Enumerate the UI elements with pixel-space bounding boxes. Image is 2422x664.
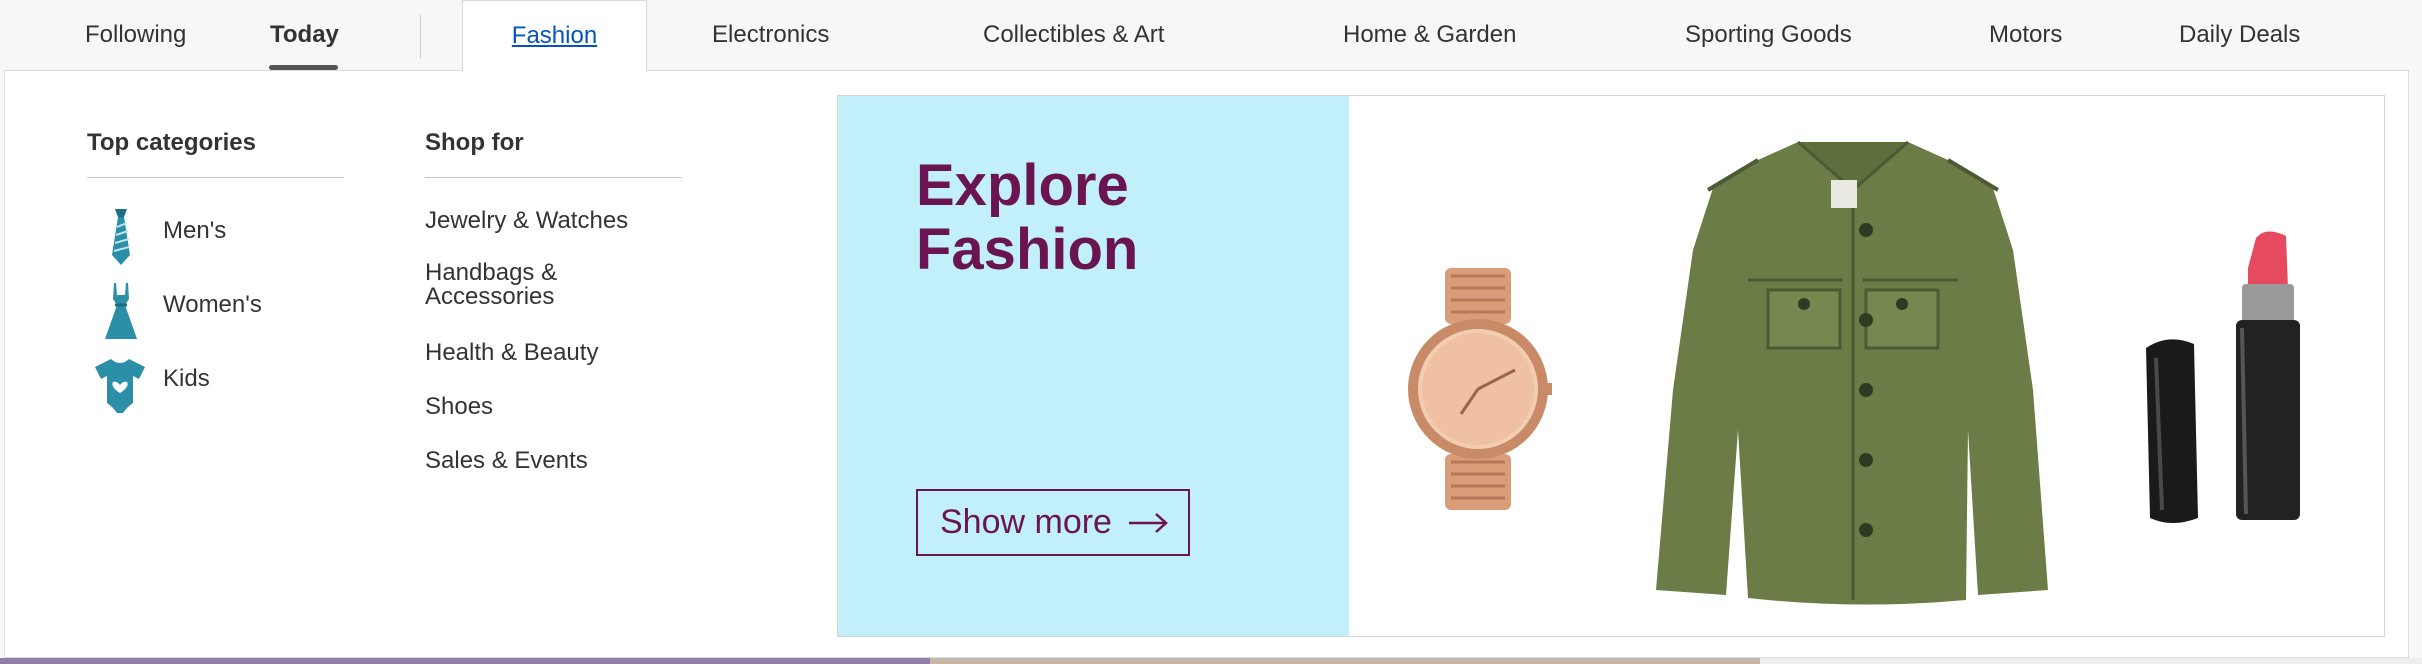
dress-icon — [105, 283, 137, 339]
page-content-strip — [0, 658, 930, 664]
nav-sporting-goods[interactable]: Sporting Goods — [1685, 0, 1852, 70]
watch-image[interactable] — [1403, 264, 1553, 514]
nav-divider — [420, 15, 421, 59]
nav-collectibles-art[interactable]: Collectibles & Art — [983, 0, 1164, 70]
onesie-icon — [95, 359, 145, 413]
page-content-strip-2 — [930, 658, 1760, 664]
shop-link-sales-events[interactable]: Sales & Events — [425, 449, 588, 473]
nav-electronics[interactable]: Electronics — [712, 0, 829, 70]
show-more-label: Show more — [940, 503, 1112, 541]
banner-title: Explore Fashion — [916, 153, 1139, 282]
show-more-button[interactable]: Show more — [916, 489, 1190, 556]
nav-fashion[interactable]: Fashion — [463, 1, 646, 71]
shop-for-heading: Shop for — [425, 129, 524, 156]
nav-fashion-tab[interactable]: Fashion — [462, 0, 647, 72]
fashion-dropdown-panel: Top categories Men's Women's Kids Shop f… — [4, 70, 2409, 658]
shop-link-jewelry-watches[interactable]: Jewelry & Watches — [425, 209, 628, 233]
jacket-image[interactable] — [1648, 130, 2058, 610]
nav-home-garden[interactable]: Home & Garden — [1343, 0, 1516, 70]
shop-for-divider — [425, 177, 682, 178]
top-categories-heading: Top categories — [87, 129, 256, 156]
arrow-right-icon — [1129, 513, 1168, 533]
banner-promo-area: Explore Fashion Show more — [838, 96, 1349, 636]
lipstick-image[interactable] — [2138, 228, 2328, 528]
nav-today[interactable]: Today — [270, 0, 339, 70]
category-mens-label[interactable]: Men's — [163, 217, 226, 245]
shop-link-health-beauty[interactable]: Health & Beauty — [425, 341, 598, 365]
nav-following[interactable]: Following — [85, 0, 186, 70]
shop-link-handbags-accessories[interactable]: Handbags & Accessories — [425, 261, 605, 309]
top-categories-divider — [87, 177, 344, 178]
category-nav: Following Today Fashion Electronics Coll… — [0, 0, 2422, 72]
tie-icon — [112, 209, 130, 265]
nav-motors[interactable]: Motors — [1989, 0, 2062, 70]
category-kids-label[interactable]: Kids — [163, 365, 210, 393]
page-content-strip-3 — [1760, 658, 2422, 664]
category-womens-label[interactable]: Women's — [163, 291, 262, 319]
shop-link-shoes[interactable]: Shoes — [425, 395, 493, 419]
nav-daily-deals[interactable]: Daily Deals — [2179, 0, 2300, 70]
explore-fashion-banner[interactable]: Explore Fashion Show more — [837, 95, 2385, 637]
